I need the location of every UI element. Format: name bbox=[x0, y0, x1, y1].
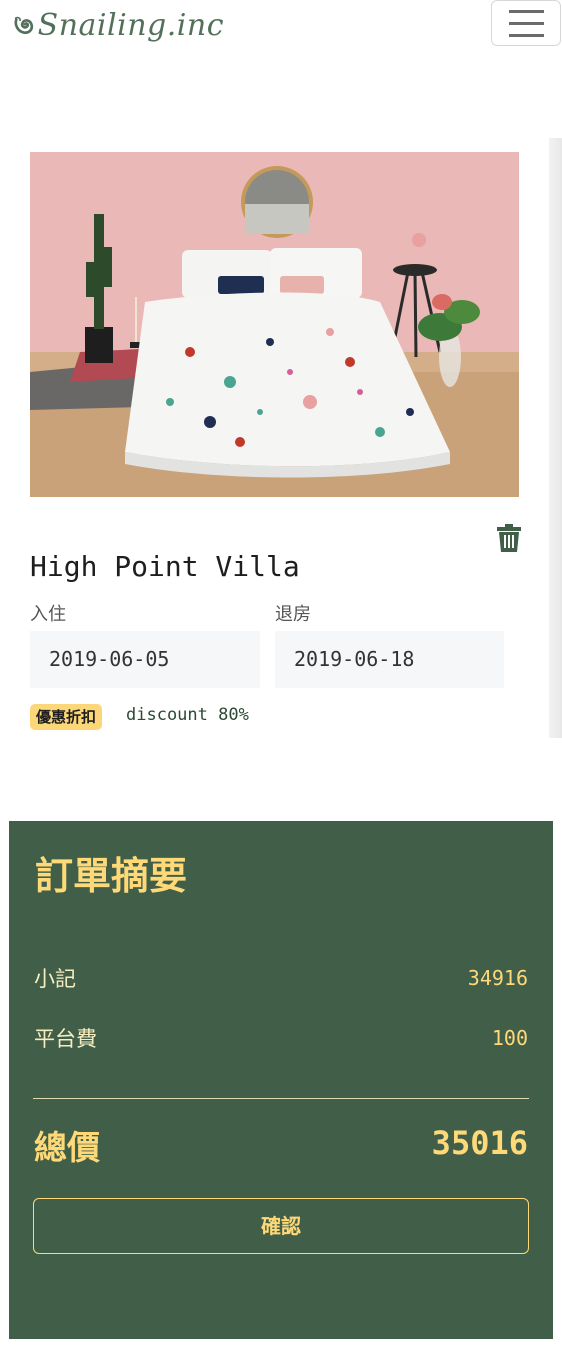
card-shadow bbox=[549, 138, 562, 738]
subtotal-value: 34916 bbox=[467, 966, 528, 990]
checkout-date-field[interactable]: 2019-06-18 bbox=[275, 631, 504, 688]
booking-card: High Point Villa 入住 2019-06-05 退房 2019-0… bbox=[0, 0, 562, 738]
checkin-date-field[interactable]: 2019-06-05 bbox=[30, 631, 260, 688]
platform-fee-value: 100 bbox=[491, 1026, 528, 1050]
subtotal-label: 小記 bbox=[34, 967, 76, 991]
summary-title: 訂單摘要 bbox=[35, 854, 188, 898]
checkin-label: 入住 bbox=[30, 604, 66, 625]
discount-badge: 優惠折扣 bbox=[30, 704, 103, 730]
checkout-label: 退房 bbox=[275, 604, 311, 625]
room-photo bbox=[30, 152, 519, 497]
confirm-button[interactable]: 確認 bbox=[33, 1198, 529, 1254]
discount-text: discount 80% bbox=[126, 705, 249, 725]
order-summary: 訂單摘要 小記 34916 平台費 100 總價 35016 確認 bbox=[9, 821, 553, 1339]
total-value: 35016 bbox=[431, 1124, 528, 1162]
trash-icon[interactable] bbox=[497, 524, 521, 552]
villa-name: High Point Villa bbox=[30, 550, 300, 583]
total-label: 總價 bbox=[34, 1128, 100, 1167]
platform-fee-label: 平台費 bbox=[34, 1027, 97, 1051]
summary-divider bbox=[33, 1098, 529, 1099]
